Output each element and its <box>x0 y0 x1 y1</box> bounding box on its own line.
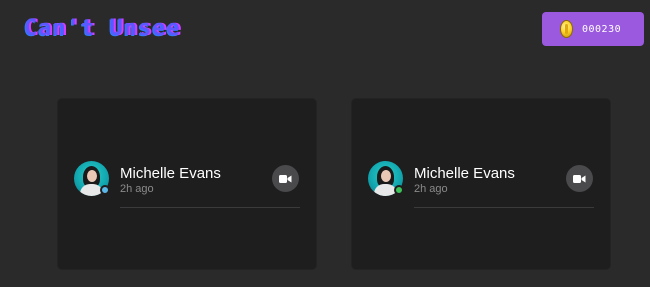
divider <box>414 207 594 208</box>
online-status-dot <box>100 185 110 195</box>
video-call-button[interactable] <box>272 165 299 192</box>
user-name[interactable]: Michelle Evans <box>120 165 221 182</box>
app-logo: Can't Unsee <box>24 16 181 41</box>
user-name[interactable]: Michelle Evans <box>414 165 515 182</box>
video-camera-icon <box>573 174 586 183</box>
user-card: Michelle Evans 2h ago <box>57 98 317 270</box>
user-card: Michelle Evans 2h ago <box>351 98 611 270</box>
coin-balance-value: 000230 <box>582 23 622 35</box>
divider <box>120 207 300 208</box>
video-camera-icon <box>279 174 292 183</box>
user-row[interactable]: Michelle Evans 2h ago <box>368 161 594 208</box>
video-call-button[interactable] <box>566 165 593 192</box>
post-time: 2h ago <box>120 183 154 195</box>
online-status-dot <box>394 185 404 195</box>
coin-balance-badge[interactable]: 000230 <box>542 12 644 46</box>
coin-icon <box>560 20 573 38</box>
post-time: 2h ago <box>414 183 448 195</box>
user-row[interactable]: Michelle Evans 2h ago <box>74 161 300 208</box>
